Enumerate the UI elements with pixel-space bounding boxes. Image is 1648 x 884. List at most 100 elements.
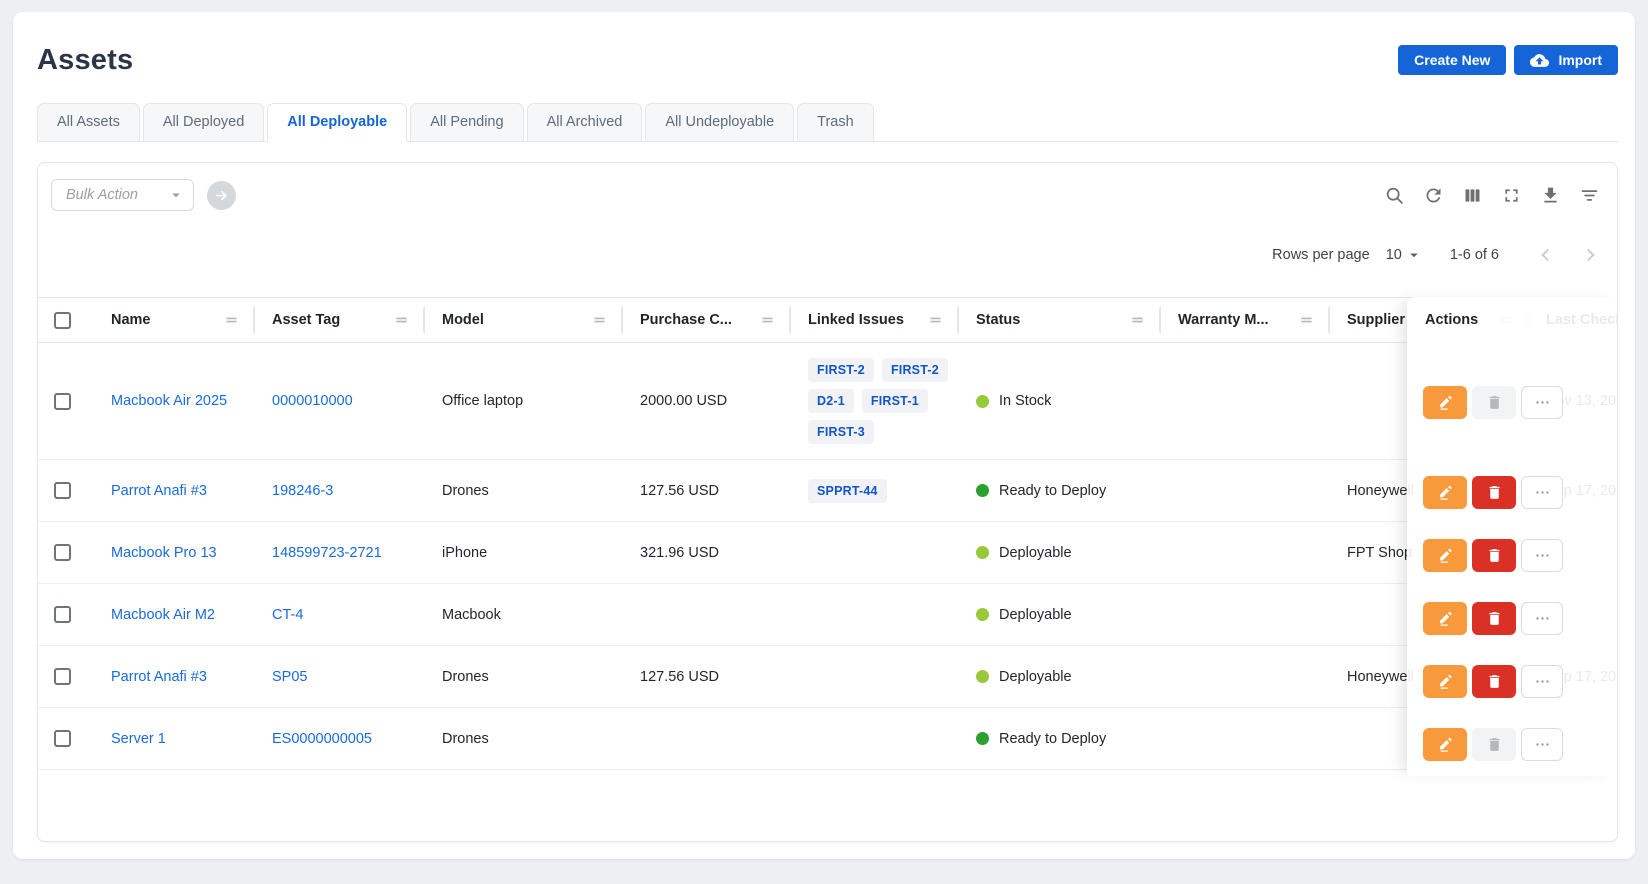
drag-handle-icon[interactable] bbox=[590, 311, 609, 330]
refresh-icon bbox=[1423, 185, 1444, 206]
table-toolbar: Bulk Action bbox=[38, 163, 1617, 213]
column-header-name[interactable]: Name bbox=[94, 298, 255, 343]
purchase-cost-cell: 127.56 USD bbox=[640, 483, 719, 499]
tab-trash[interactable]: Trash bbox=[797, 103, 874, 142]
download-button[interactable] bbox=[1540, 185, 1561, 206]
drag-handle-icon[interactable] bbox=[758, 311, 777, 330]
next-page-button[interactable] bbox=[1579, 244, 1601, 266]
import-button[interactable]: Import bbox=[1514, 45, 1618, 75]
edit-button[interactable] bbox=[1423, 728, 1467, 761]
delete-button[interactable] bbox=[1472, 728, 1516, 761]
column-header-warranty-m[interactable]: Warranty M... bbox=[1161, 298, 1330, 343]
asset-tag-link[interactable]: 0000010000 bbox=[272, 393, 353, 409]
delete-button[interactable] bbox=[1472, 665, 1516, 698]
tab-all-archived[interactable]: All Archived bbox=[527, 103, 643, 142]
supplier-cell: Honeywell bbox=[1347, 483, 1414, 499]
asset-name-link[interactable]: Macbook Pro 13 bbox=[111, 545, 217, 561]
edit-button[interactable] bbox=[1423, 476, 1467, 509]
column-header-model[interactable]: Model bbox=[425, 298, 623, 343]
row-checkbox[interactable] bbox=[54, 482, 71, 499]
create-new-button[interactable]: Create New bbox=[1398, 45, 1506, 75]
asset-name-link[interactable]: Server 1 bbox=[111, 731, 166, 747]
drag-handle-icon[interactable] bbox=[1128, 311, 1147, 330]
dots-icon bbox=[1534, 394, 1551, 411]
bulk-action-go-button[interactable] bbox=[207, 181, 236, 210]
edit-button[interactable] bbox=[1423, 539, 1467, 572]
status-dot bbox=[976, 608, 989, 621]
pencil-icon bbox=[1437, 673, 1454, 690]
asset-tag-link[interactable]: SP05 bbox=[272, 669, 307, 685]
filter-button[interactable] bbox=[1579, 185, 1600, 206]
linked-issue-chip[interactable]: FIRST-3 bbox=[808, 420, 874, 444]
previous-page-button[interactable] bbox=[1535, 244, 1557, 266]
more-actions-button[interactable] bbox=[1521, 539, 1563, 572]
asset-name-link[interactable]: Parrot Anafi #3 bbox=[111, 669, 207, 685]
asset-name-link[interactable]: Parrot Anafi #3 bbox=[111, 483, 207, 499]
row-checkbox[interactable] bbox=[54, 393, 71, 410]
asset-tag-link[interactable]: 148599723-2721 bbox=[272, 545, 382, 561]
drag-handle-icon[interactable] bbox=[926, 311, 945, 330]
edit-button[interactable] bbox=[1423, 665, 1467, 698]
table-row: Parrot Anafi #3 198246-3 Drones 127.56 U… bbox=[38, 460, 1618, 522]
pagination-range: 1-6 of 6 bbox=[1450, 247, 1499, 263]
more-actions-button[interactable] bbox=[1521, 728, 1563, 761]
row-checkbox[interactable] bbox=[54, 730, 71, 747]
tab-all-deployed[interactable]: All Deployed bbox=[143, 103, 264, 142]
bulk-action-select[interactable]: Bulk Action bbox=[51, 179, 194, 211]
tab-all-pending[interactable]: All Pending bbox=[410, 103, 523, 142]
status-cell: Deployable bbox=[976, 607, 1153, 623]
search-icon bbox=[1384, 185, 1405, 206]
linked-issue-chip[interactable]: D2-1 bbox=[808, 389, 854, 413]
tab-all-undeployable[interactable]: All Undeployable bbox=[645, 103, 794, 142]
columns-button[interactable] bbox=[1462, 185, 1483, 206]
asset-name-link[interactable]: Macbook Air M2 bbox=[111, 607, 215, 623]
linked-issue-chip[interactable]: SPPRT-44 bbox=[808, 479, 887, 503]
drag-handle-icon[interactable] bbox=[392, 311, 411, 330]
more-actions-button[interactable] bbox=[1521, 665, 1563, 698]
more-actions-button[interactable] bbox=[1521, 386, 1563, 419]
pencil-icon bbox=[1437, 394, 1454, 411]
status-dot bbox=[976, 546, 989, 559]
row-checkbox[interactable] bbox=[54, 544, 71, 561]
edit-button[interactable] bbox=[1423, 602, 1467, 635]
drag-handle-icon[interactable] bbox=[222, 311, 241, 330]
tab-all-deployable[interactable]: All Deployable bbox=[267, 103, 407, 142]
linked-issue-chip[interactable]: FIRST-1 bbox=[862, 389, 928, 413]
columns-icon bbox=[1462, 185, 1483, 206]
row-actions bbox=[1407, 587, 1617, 650]
asset-name-link[interactable]: Macbook Air 2025 bbox=[111, 393, 227, 409]
search-button[interactable] bbox=[1384, 185, 1405, 206]
drag-handle-icon[interactable] bbox=[1297, 311, 1316, 330]
asset-tag-link[interactable]: 198246-3 bbox=[272, 483, 333, 499]
tab-all-assets[interactable]: All Assets bbox=[37, 103, 140, 142]
delete-button[interactable] bbox=[1472, 386, 1516, 419]
column-header-label: Model bbox=[442, 312, 484, 328]
row-checkbox[interactable] bbox=[54, 668, 71, 685]
rows-per-page-select[interactable]: 10 bbox=[1386, 246, 1423, 264]
refresh-button[interactable] bbox=[1423, 185, 1444, 206]
column-header-label: Supplier bbox=[1347, 312, 1405, 328]
purchase-cost-cell: 2000.00 USD bbox=[640, 393, 727, 409]
edit-button[interactable] bbox=[1423, 386, 1467, 419]
delete-button[interactable] bbox=[1472, 602, 1516, 635]
column-header-label: Asset Tag bbox=[272, 312, 340, 328]
delete-button[interactable] bbox=[1472, 476, 1516, 509]
linked-issue-chip[interactable]: FIRST-2 bbox=[882, 358, 948, 382]
column-header-asset-tag[interactable]: Asset Tag bbox=[255, 298, 425, 343]
delete-button[interactable] bbox=[1472, 539, 1516, 572]
asset-tag-link[interactable]: CT-4 bbox=[272, 607, 303, 623]
trash-icon bbox=[1486, 484, 1503, 501]
row-actions bbox=[1407, 713, 1617, 776]
table-panel: Bulk Action Rows per page 10 1-6 of 6 bbox=[37, 162, 1618, 842]
select-all-checkbox[interactable] bbox=[54, 312, 71, 329]
status-cell: Deployable bbox=[976, 545, 1153, 561]
linked-issue-chip[interactable]: FIRST-2 bbox=[808, 358, 874, 382]
column-header-purchase-c[interactable]: Purchase C... bbox=[623, 298, 791, 343]
row-checkbox[interactable] bbox=[54, 606, 71, 623]
asset-tag-link[interactable]: ES0000000005 bbox=[272, 731, 372, 747]
more-actions-button[interactable] bbox=[1521, 602, 1563, 635]
more-actions-button[interactable] bbox=[1521, 476, 1563, 509]
column-header-status[interactable]: Status bbox=[959, 298, 1161, 343]
fullscreen-button[interactable] bbox=[1501, 185, 1522, 206]
column-header-linked-issues[interactable]: Linked Issues bbox=[791, 298, 959, 343]
